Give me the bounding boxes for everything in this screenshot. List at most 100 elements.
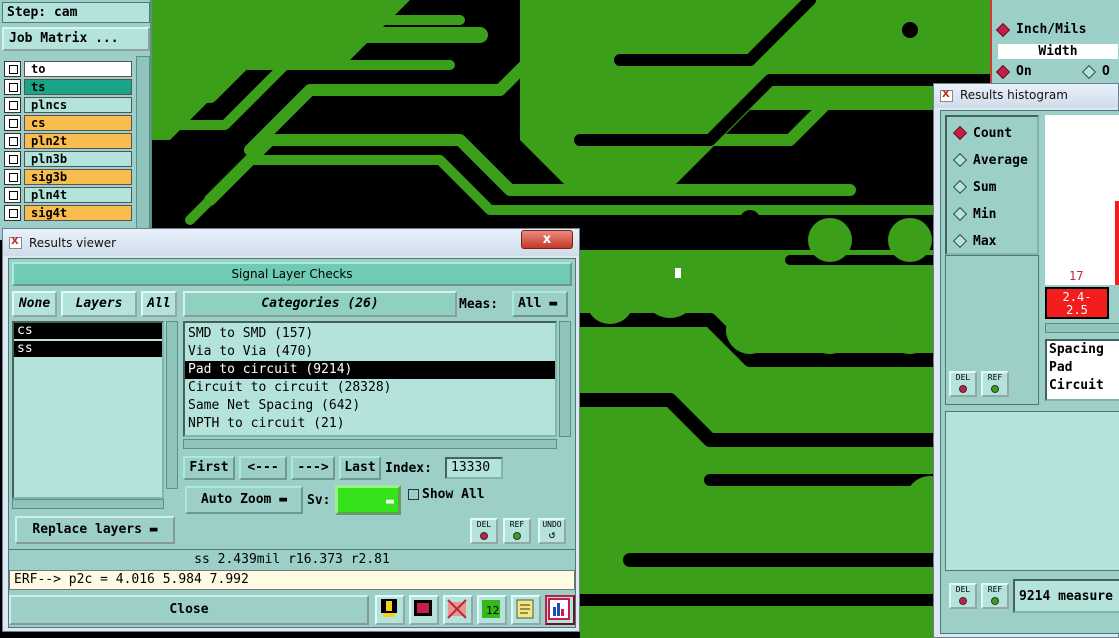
histogram-bar[interactable]	[1115, 201, 1119, 285]
category-item[interactable]: SMD to SMD (157)	[185, 325, 555, 343]
layer-row[interactable]: pln2t	[4, 132, 132, 149]
histogram-list-item[interactable]: Spacing	[1047, 341, 1119, 359]
aggregate-option[interactable]: Max	[952, 231, 996, 251]
layer-row[interactable]: cs	[4, 114, 132, 131]
hist-ref-button-2[interactable]: REF	[981, 583, 1009, 609]
checklist-heading[interactable]: Signal Layer Checks	[12, 262, 572, 286]
job-matrix-button[interactable]: Job Matrix ...	[2, 27, 150, 51]
erf-output: ERF--> p2c = 4.016 5.984 7.992	[9, 570, 575, 590]
histogram-title-bar[interactable]: Results histogram	[934, 84, 1118, 108]
layer-name[interactable]: cs	[24, 114, 132, 131]
close-button[interactable]: Close	[9, 595, 369, 625]
app-icon	[940, 89, 953, 102]
hist-del-button-2[interactable]: DEL	[949, 583, 977, 609]
meas-dropdown[interactable]: All ▬	[512, 291, 568, 317]
checkbox-icon[interactable]	[4, 132, 21, 149]
layer-row[interactable]: pln3b	[4, 150, 132, 167]
report-tool-icon[interactable]	[511, 595, 541, 625]
checkbox-icon[interactable]	[4, 204, 21, 221]
layer-list: to ts plncs cs pln2t pln3b sig3b pln4t sig4t	[4, 60, 132, 222]
layer-name[interactable]: plncs	[24, 96, 132, 113]
layer-select-hscroll[interactable]	[12, 499, 164, 509]
ref-button[interactable]: REF	[503, 518, 531, 544]
replace-layers-dropdown[interactable]: Replace layers ▬	[15, 516, 175, 544]
category-list[interactable]: SMD to SMD (157) Via to Via (470) Pad to c…	[183, 321, 557, 437]
layer-item[interactable]: cs	[14, 323, 162, 339]
categories-button[interactable]: Categories (26)	[183, 291, 457, 317]
undo-icon: ↺	[548, 528, 556, 541]
histogram-list-item[interactable]: Circuit	[1047, 377, 1119, 395]
category-item[interactable]: NPTH to circuit (21)	[185, 415, 555, 433]
last-button[interactable]: Last	[339, 456, 381, 480]
category-hscroll[interactable]	[183, 439, 557, 449]
layer-name[interactable]: sig3b	[24, 168, 132, 185]
category-item[interactable]: Circuit to circuit (28328)	[185, 379, 555, 397]
checkbox-icon[interactable]	[4, 60, 21, 77]
layer-name[interactable]: ts	[24, 78, 132, 95]
layer-item[interactable]: ss	[14, 341, 162, 357]
on-label: On	[1016, 64, 1032, 79]
checkbox-icon[interactable]	[4, 168, 21, 185]
ref-label: REF	[509, 520, 525, 529]
radio-icon	[952, 179, 968, 195]
layer-row[interactable]: pln4t	[4, 186, 132, 203]
category-item[interactable]: Via to Via (470)	[185, 343, 555, 361]
select-all-button[interactable]: All	[141, 291, 177, 317]
screen-tool-icon[interactable]	[409, 595, 439, 625]
layer-row[interactable]: sig3b	[4, 168, 132, 185]
units-option[interactable]: Inch/Mils	[995, 22, 1086, 37]
histogram-category-list[interactable]: Spacing Pad Circuit	[1045, 339, 1119, 401]
index-label: Index:	[385, 461, 432, 476]
on-option[interactable]: On	[995, 64, 1032, 79]
layer-name[interactable]: pln2t	[24, 132, 132, 149]
layers-button[interactable]: Layers	[61, 291, 137, 317]
severity-dropdown[interactable]: ▬	[335, 485, 401, 515]
viewer-title-bar[interactable]: Results viewer x	[3, 229, 579, 256]
layer-row[interactable]: plncs	[4, 96, 132, 113]
undo-button[interactable]: UNDO ↺	[538, 518, 566, 544]
checkbox-icon[interactable]	[4, 114, 21, 131]
histogram-tool-icon[interactable]	[545, 595, 575, 625]
index-input[interactable]: 13330	[445, 457, 503, 479]
sequence-tool-icon[interactable]: 12	[477, 595, 507, 625]
show-all-checkbox[interactable]	[408, 489, 419, 500]
hist-del-button[interactable]: DEL	[949, 371, 977, 397]
auto-zoom-dropdown[interactable]: Auto Zoom ▬	[185, 486, 303, 514]
layer-select-list[interactable]: cs ss	[12, 321, 164, 499]
layer-name[interactable]: to	[24, 60, 132, 77]
checkbox-icon[interactable]	[4, 96, 21, 113]
aggregate-option[interactable]: Sum	[952, 177, 996, 197]
close-window-button[interactable]: x	[521, 230, 573, 249]
aggregate-option[interactable]: Min	[952, 204, 996, 224]
histogram-hscroll[interactable]	[1045, 323, 1119, 333]
layer-select-vscroll[interactable]	[166, 321, 178, 489]
layer-row[interactable]: to	[4, 60, 132, 77]
highlight-tool-icon[interactable]	[375, 595, 405, 625]
first-button[interactable]: First	[183, 456, 235, 480]
layer-row[interactable]: ts	[4, 78, 132, 95]
histogram-list-item[interactable]: Pad	[1047, 359, 1119, 377]
layer-scrollbar[interactable]	[136, 56, 150, 240]
category-item[interactable]: Same Net Spacing (642)	[185, 397, 555, 415]
del-button[interactable]: DEL	[470, 518, 498, 544]
hist-ref-button[interactable]: REF	[981, 371, 1009, 397]
category-vscroll[interactable]	[559, 321, 571, 437]
histogram-chart[interactable]: 17	[1045, 115, 1119, 285]
layer-row[interactable]: sig4t	[4, 204, 132, 221]
ref-cross-icon[interactable]	[443, 595, 473, 625]
select-none-button[interactable]: None	[12, 291, 57, 317]
red-dot-icon	[959, 385, 967, 393]
category-item[interactable]: Pad to circuit (9214)	[185, 361, 555, 379]
aggregate-option[interactable]: Count	[952, 123, 1012, 143]
histogram-title: Results histogram	[960, 88, 1068, 102]
layer-name[interactable]: sig4t	[24, 204, 132, 221]
off-option[interactable]: O	[1081, 64, 1110, 79]
layer-name[interactable]: pln3b	[24, 150, 132, 167]
aggregate-option[interactable]: Average	[952, 150, 1028, 170]
checkbox-icon[interactable]	[4, 186, 21, 203]
checkbox-icon[interactable]	[4, 150, 21, 167]
next-button[interactable]: --->	[291, 456, 335, 480]
layer-name[interactable]: pln4t	[24, 186, 132, 203]
prev-button[interactable]: <---	[239, 456, 287, 480]
checkbox-icon[interactable]	[4, 78, 21, 95]
